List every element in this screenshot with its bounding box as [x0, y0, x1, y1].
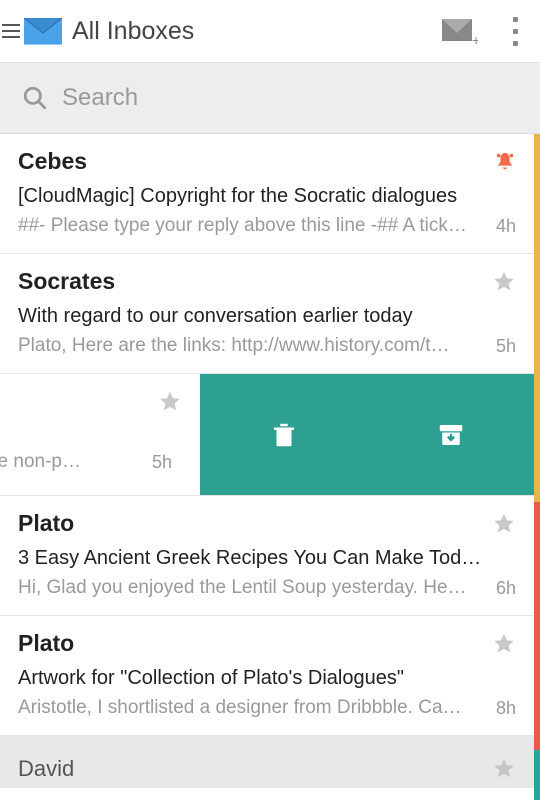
- star-icon[interactable]: [492, 512, 516, 536]
- archive-button[interactable]: [367, 374, 534, 495]
- star-icon[interactable]: [492, 270, 516, 294]
- email-preview: ##- Please type your reply above this li…: [18, 215, 478, 237]
- search-placeholder: Search: [62, 84, 138, 112]
- email-time: 8h: [490, 698, 516, 719]
- swipe-actions: [200, 374, 534, 495]
- email-subject: With regard to our conversation earlier …: [18, 303, 516, 329]
- search-bar[interactable]: Search: [0, 62, 540, 134]
- star-icon[interactable]: [492, 757, 516, 781]
- compose-button[interactable]: +: [440, 11, 480, 51]
- mail-logo-icon: [24, 18, 62, 44]
- star-icon[interactable]: [158, 390, 182, 419]
- email-preview: Hi, Glad you enjoyed the Lentil Soup yes…: [18, 577, 478, 599]
- email-time: 5h: [152, 452, 172, 473]
- page-title: All Inboxes: [72, 17, 440, 46]
- email-row[interactable]: Cebes [CloudMagic] Copyright for the Soc…: [0, 134, 534, 254]
- email-row[interactable]: David: [0, 736, 534, 788]
- account-accent: [534, 502, 540, 750]
- account-accent: [534, 134, 540, 502]
- email-row-partial: ate the non-p… 5h: [0, 374, 200, 495]
- email-time: 6h: [490, 578, 516, 599]
- email-subject: [CloudMagic] Copyright for the Socratic …: [18, 183, 516, 209]
- bell-icon[interactable]: [494, 151, 516, 173]
- email-time: 4h: [490, 216, 516, 237]
- account-accent: [534, 750, 540, 800]
- email-row[interactable]: Plato Artwork for "Collection of Plato's…: [0, 616, 534, 736]
- email-preview: Aristotle, I shortlisted a designer from…: [18, 697, 478, 719]
- email-subject: 3 Easy Ancient Greek Recipes You Can Mak…: [18, 545, 516, 571]
- email-sender: Plato: [18, 510, 74, 537]
- email-row-swiped[interactable]: ate the non-p… 5h: [0, 374, 534, 496]
- app-header: All Inboxes +: [0, 0, 540, 62]
- svg-text:+: +: [472, 32, 478, 45]
- menu-icon[interactable]: [2, 22, 20, 40]
- email-sender: Cebes: [18, 148, 87, 175]
- star-icon[interactable]: [492, 632, 516, 656]
- email-row[interactable]: Socrates With regard to our conversation…: [0, 254, 534, 374]
- email-sender: Socrates: [18, 268, 115, 295]
- email-preview: ate the non-p…: [0, 451, 81, 473]
- delete-button[interactable]: [200, 374, 367, 495]
- email-list: Cebes [CloudMagic] Copyright for the Soc…: [0, 134, 540, 788]
- email-time: 5h: [490, 336, 516, 357]
- email-subject: Artwork for "Collection of Plato's Dialo…: [18, 665, 516, 691]
- search-icon: [22, 85, 48, 111]
- email-sender: Plato: [18, 630, 74, 657]
- email-preview: Plato, Here are the links: http://www.hi…: [18, 335, 478, 357]
- email-sender: David: [18, 756, 492, 782]
- email-row[interactable]: Plato 3 Easy Ancient Greek Recipes You C…: [0, 496, 534, 616]
- overflow-menu-icon[interactable]: [504, 17, 532, 46]
